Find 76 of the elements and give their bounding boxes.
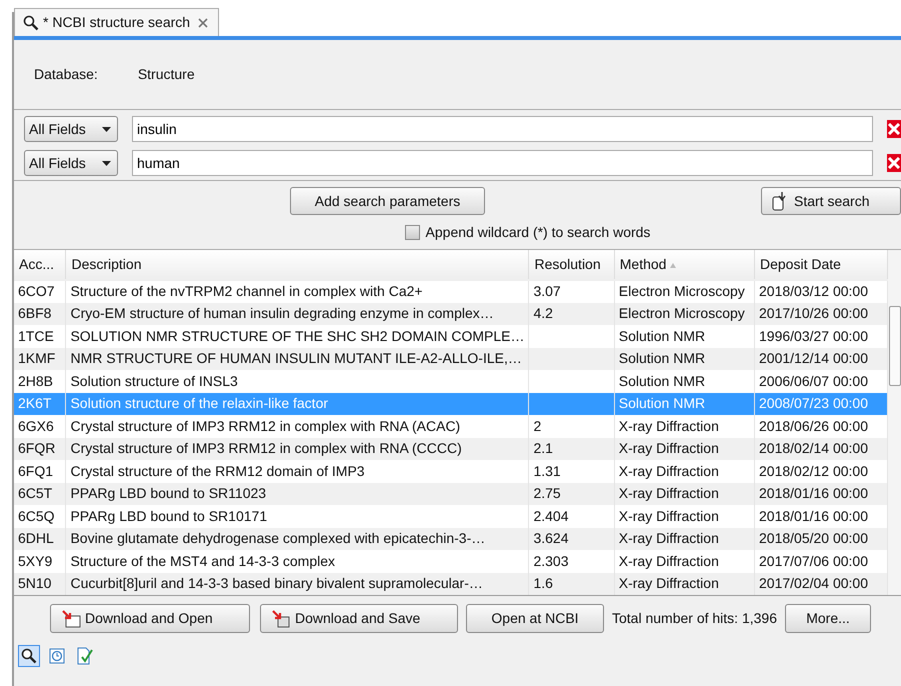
table-cell: 1.6 — [528, 572, 614, 595]
column-header[interactable]: Description — [66, 250, 529, 280]
table-cell: 2001/12/14 00:00 — [754, 348, 888, 370]
table-cell: NMR STRUCTURE OF HUMAN INSULIN MUTANT ILE-A2-ALLO-ILE,… — [66, 348, 529, 370]
database-value: Structure — [138, 65, 195, 84]
table-row[interactable]: 6FQR Crystal structure of IMP3 RRM12 in complex with RNA (CCCC) 2.1 X-ray Diffraction 2018/02/14 00:00 — [14, 438, 888, 460]
search-icon — [21, 648, 37, 664]
table-cell: 6C5T — [14, 482, 66, 505]
download-save-button[interactable]: Download and Save — [260, 604, 458, 633]
table-cell: 6BF8 — [14, 302, 66, 325]
table-cell: Cryo-EM structure of human insulin degrading enzyme in complex… — [66, 302, 529, 325]
table-cell: Solution NMR — [614, 392, 754, 415]
wildcard-checkbox[interactable] — [404, 225, 420, 240]
disk-arrow-icon — [271, 610, 291, 628]
table-cell: 2017/10/26 00:00 — [754, 302, 888, 325]
table-cell: X-ray Diffraction — [614, 438, 754, 460]
download-open-button[interactable]: Download and Open — [50, 604, 250, 633]
wildcard-label: Append wildcard (*) to search words — [426, 223, 650, 242]
add-parameters-button[interactable]: Add search parameters — [290, 187, 485, 215]
table-cell: PPARg LBD bound to SR11023 — [66, 482, 529, 505]
table-row[interactable]: 6DHL Bovine glutamate dehydrogenase complexed with epicatechin-3-… 3.624 X-ray Diffraction 2018/05/20 00:00 — [14, 528, 888, 550]
caret-icon — [102, 126, 111, 132]
table-cell: 2K6T — [14, 392, 66, 415]
close-icon[interactable] — [198, 18, 208, 28]
search-icon — [23, 14, 39, 30]
table-cell: 3.624 — [528, 528, 614, 550]
field-dropdown[interactable]: All Fields — [24, 116, 118, 142]
caret-icon — [102, 160, 111, 166]
table-row[interactable]: 5N10 Cucurbit[8]uril and 14-3-3 based binary bivalent supramolecular-… 1.6 X-ray Diffraction 2017/02/04 00:00 — [14, 572, 888, 595]
table-row[interactable]: 1KMF NMR STRUCTURE OF HUMAN INSULIN MUTANT ILE-A2-ALLO-ILE,… Solution NMR 2001/12/14 00:00 — [14, 348, 888, 370]
table-row[interactable]: 6C5T PPARg LBD bound to SR11023 2.75 X-ray Diffraction 2018/01/16 00:00 — [14, 482, 888, 505]
more-button[interactable]: More... — [785, 604, 871, 633]
table-cell: 2.1 — [528, 438, 614, 460]
table-cell: 2018/02/14 00:00 — [754, 438, 888, 460]
hits-count: Total number of hits: 1,396 — [612, 609, 777, 628]
table-cell: X-ray Diffraction — [614, 482, 754, 505]
table-cell: 2008/07/23 00:00 — [754, 392, 888, 415]
document-tab[interactable]: * NCBI structure search — [14, 8, 220, 36]
field-dropdown[interactable]: All Fields — [24, 150, 118, 176]
table-cell: Electron Microscopy — [614, 302, 754, 325]
table-cell: Cucurbit[8]uril and 14-3-3 based binary bivalent supramolecular-… — [66, 572, 529, 595]
search-field[interactable]: insulin — [132, 116, 873, 142]
column-header[interactable]: Method — [614, 250, 754, 280]
table-cell: 2.75 — [528, 482, 614, 505]
remove-icon[interactable] — [887, 120, 901, 138]
scrollbar[interactable] — [888, 250, 901, 595]
table-row[interactable]: 6BF8 Cryo-EM structure of human insulin degrading enzyme in complex… 4.2 Electron Microscopy 2017/10/26 00:00 — [14, 302, 888, 325]
table-cell: 2018/01/16 00:00 — [754, 482, 888, 505]
view-tab[interactable] — [18, 645, 40, 667]
table-cell: 4.2 — [528, 302, 614, 325]
start-search-button[interactable]: Start search — [761, 187, 901, 215]
column-header[interactable]: Resolution — [528, 250, 614, 280]
table-cell: 2017/02/04 00:00 — [754, 572, 888, 595]
table-cell: X-ray Diffraction — [614, 528, 754, 550]
table-cell: X-ray Diffraction — [614, 572, 754, 595]
table-cell: 5N10 — [14, 572, 66, 595]
table-cell: 2018/05/20 00:00 — [754, 528, 888, 550]
search-field[interactable]: human — [132, 150, 873, 176]
sort-icon — [670, 262, 676, 268]
table-cell: 6DHL — [14, 528, 66, 550]
table-cell: Bovine glutamate dehydrogenase complexed with epicatechin-3-… — [66, 528, 529, 550]
clock-icon — [49, 648, 65, 664]
database-label: Database: — [34, 65, 98, 84]
table-cell: 1KMF — [14, 348, 66, 370]
table-cell: Crystal structure of IMP3 RRM12 in complex with RNA (CCCC) — [66, 438, 529, 460]
remove-icon[interactable] — [887, 154, 901, 172]
open-ncbi-button[interactable]: Open at NCBI — [466, 604, 604, 633]
tab-title: * NCBI structure search — [43, 13, 190, 32]
table-cell: Solution NMR — [614, 348, 754, 370]
window-arrow-icon — [61, 610, 81, 628]
document-check-icon — [77, 647, 93, 665]
column-header[interactable]: Deposit Date — [754, 250, 888, 280]
table-cell: Solution structure of the relaxin-like factor — [66, 392, 529, 415]
scroll-thumb[interactable] — [889, 306, 901, 386]
column-header[interactable]: Acc... — [14, 250, 66, 280]
table-cell: 6FQR — [14, 438, 66, 460]
